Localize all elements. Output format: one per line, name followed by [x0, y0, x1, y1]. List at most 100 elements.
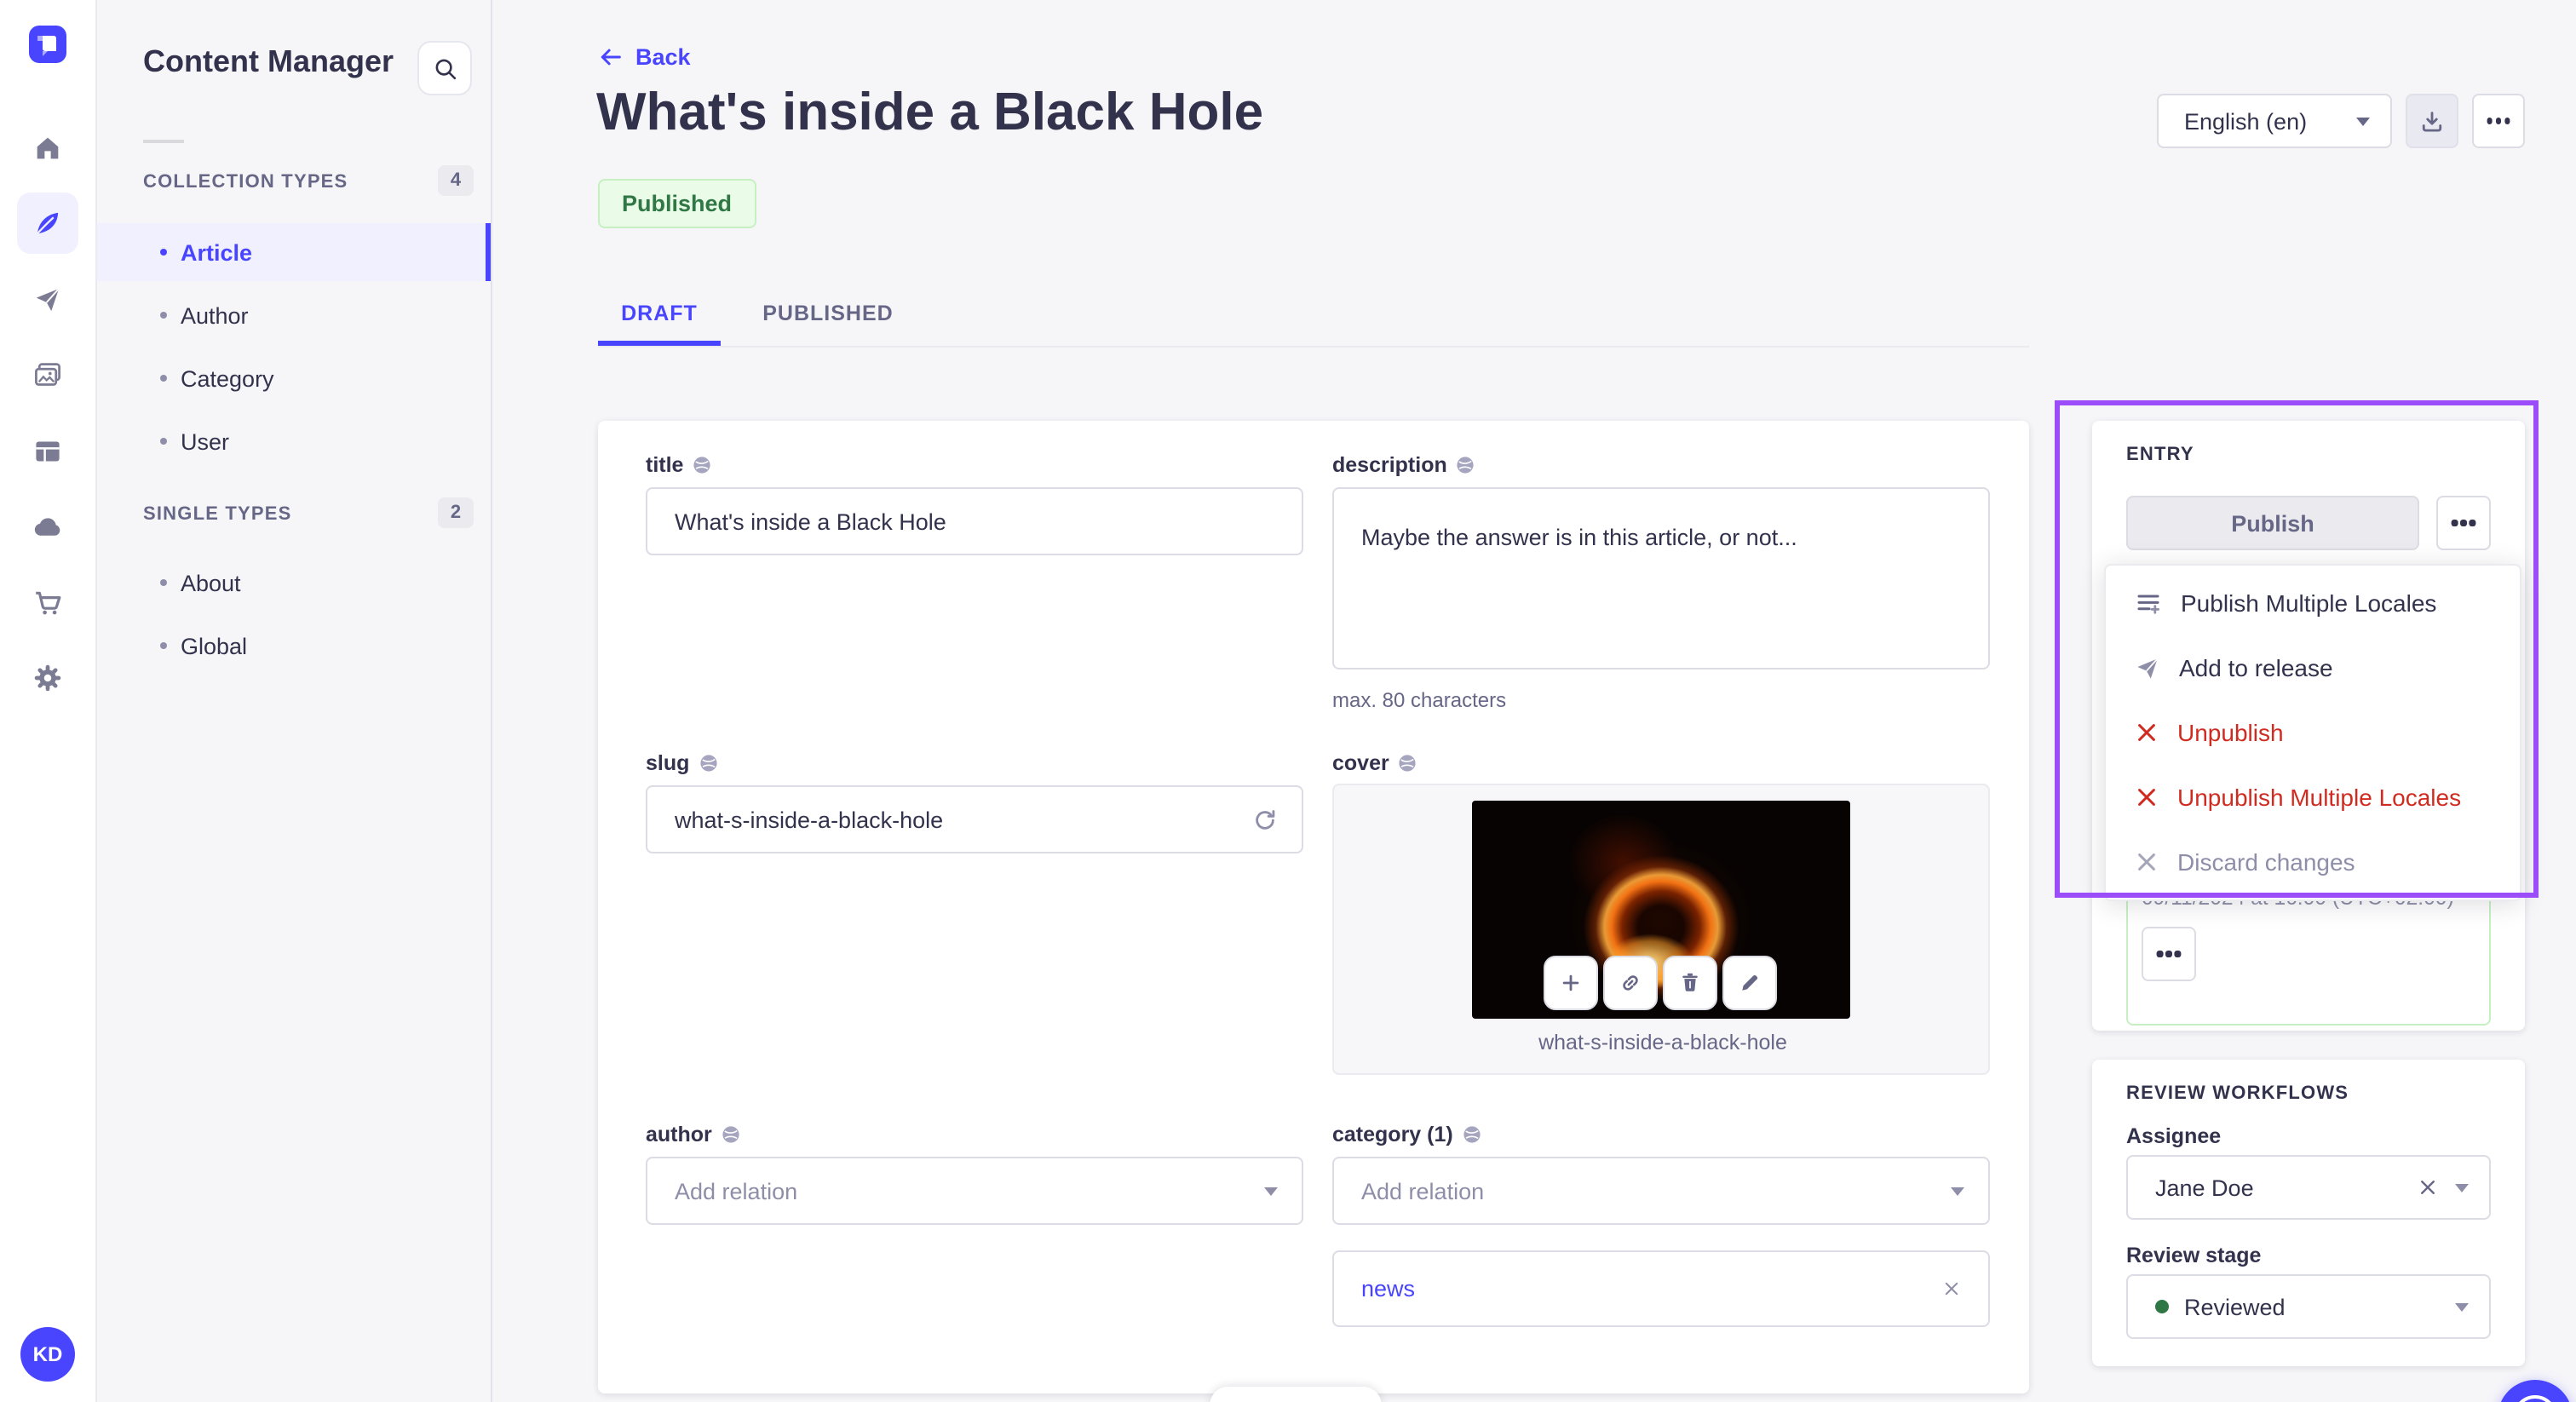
description-field-label: description	[1332, 453, 1476, 477]
review-stage-select[interactable]: Reviewed	[2126, 1274, 2491, 1339]
section-single-types: SINGLE TYPES	[143, 504, 292, 525]
media-library-icon[interactable]	[33, 360, 62, 389]
cover-caption: what-s-inside-a-black-hole	[1538, 1031, 1787, 1054]
schedule-more-button[interactable]	[2142, 927, 2196, 981]
sidebar-item-about[interactable]: About	[97, 554, 491, 612]
sidebar-item-article[interactable]: Article	[97, 223, 491, 281]
tab-active-underline	[598, 341, 721, 346]
plus-icon	[1562, 974, 1579, 991]
category-relation-item[interactable]: news	[1332, 1250, 1990, 1327]
bullet-icon	[160, 312, 167, 319]
sidebar-item-label: Article	[181, 239, 253, 265]
content-manager-feather-icon[interactable]	[32, 208, 63, 238]
home-icon[interactable]	[33, 134, 62, 163]
menu-item-unpublish-multiple-locales[interactable]: Unpublish Multiple Locales	[2106, 765, 2520, 830]
avatar[interactable]: KD	[20, 1327, 75, 1382]
bullet-icon	[160, 375, 167, 382]
ellipsis-icon	[2495, 118, 2502, 124]
chevron-down-icon	[2455, 1302, 2469, 1311]
releases-paper-plane-icon[interactable]	[33, 285, 62, 314]
chevron-down-icon	[2455, 1183, 2469, 1192]
active-indicator	[486, 223, 491, 281]
assignee-label: Assignee	[2126, 1124, 2222, 1148]
icon-rail: KD	[0, 0, 97, 1402]
sidebar-item-user[interactable]: User	[97, 412, 491, 470]
menu-item-discard-changes[interactable]: Discard changes	[2106, 830, 2520, 894]
title-field-label: title	[646, 453, 712, 477]
download-icon	[2422, 111, 2442, 131]
chevron-down-icon	[1264, 1187, 1278, 1195]
bullet-icon	[160, 438, 167, 445]
strapi-logo[interactable]	[29, 26, 66, 72]
header-more-button[interactable]	[2472, 94, 2525, 148]
tab-draft[interactable]: DRAFT	[598, 281, 721, 346]
relation-link[interactable]: news	[1361, 1276, 1415, 1301]
title-input-value: What's inside a Black Hole	[675, 509, 946, 534]
locale-select[interactable]: English (en)	[2157, 94, 2392, 148]
entry-panel-title: ENTRY	[2126, 445, 2194, 465]
search-icon	[434, 58, 456, 79]
globe-icon	[1463, 1126, 1481, 1143]
content-manager-sidebar: Content Manager COLLECTION TYPES 4 Artic…	[97, 0, 492, 1402]
cloud-icon[interactable]	[32, 511, 63, 542]
sidebar-title: Content Manager	[143, 44, 394, 78]
globe-icon	[699, 755, 717, 772]
description-helper: max. 80 characters	[1332, 688, 1507, 712]
sidebar-item-category[interactable]: Category	[97, 349, 491, 407]
bullet-icon	[160, 249, 167, 256]
entry-more-button[interactable]	[2436, 496, 2491, 550]
menu-item-add-to-release[interactable]: Add to release	[2106, 635, 2520, 700]
list-plus-icon	[2137, 595, 2159, 614]
assignee-select[interactable]: Jane Doe	[2126, 1155, 2491, 1220]
review-workflows-panel: REVIEW WORKFLOWS Assignee Jane Doe Revie…	[2092, 1060, 2525, 1366]
locale-select-value: English (en)	[2184, 108, 2308, 134]
content-type-builder-icon[interactable]	[33, 437, 62, 466]
bullet-icon	[160, 642, 167, 649]
title-input[interactable]: What's inside a Black Hole	[646, 487, 1303, 555]
sidebar-item-author[interactable]: Author	[97, 286, 491, 344]
description-value: Maybe the answer is in this article, or …	[1361, 525, 1797, 550]
page-title: What's inside a Black Hole	[596, 82, 1264, 141]
cross-icon	[2138, 789, 2155, 806]
tab-published[interactable]: PUBLISHED	[751, 281, 905, 346]
menu-item-publish-multiple-locales[interactable]: Publish Multiple Locales	[2106, 571, 2520, 635]
author-placeholder: Add relation	[675, 1178, 798, 1204]
floating-toolbar-pill[interactable]	[1210, 1387, 1382, 1402]
sidebar-item-label: Category	[181, 365, 274, 391]
add-media-button[interactable]	[1544, 956, 1598, 1010]
delete-media-button[interactable]	[1663, 956, 1717, 1010]
author-field-label: author	[646, 1123, 741, 1146]
sidebar-item-global[interactable]: Global	[97, 617, 491, 675]
category-field-label: category (1)	[1332, 1123, 1482, 1146]
pencil-icon	[1742, 974, 1758, 991]
back-link[interactable]: Back	[598, 44, 691, 70]
slug-input[interactable]: what-s-inside-a-black-hole	[646, 785, 1303, 853]
bullet-icon	[160, 579, 167, 586]
globe-icon	[1458, 457, 1475, 474]
clear-assignee-icon[interactable]	[2418, 1177, 2438, 1198]
category-relation-select[interactable]: Add relation	[1332, 1157, 1990, 1225]
regenerate-icon[interactable]	[1252, 807, 1278, 832]
description-textarea[interactable]: Maybe the answer is in this article, or …	[1332, 487, 1990, 669]
menu-item-unpublish[interactable]: Unpublish	[2106, 700, 2520, 765]
chevron-down-icon	[2356, 117, 2370, 125]
author-relation-select[interactable]: Add relation	[646, 1157, 1303, 1225]
sidebar-divider	[143, 140, 184, 143]
version-tabs: DRAFT PUBLISHED	[598, 281, 2029, 348]
remove-relation-icon[interactable]	[1942, 1279, 1961, 1298]
status-badge: Published	[598, 179, 756, 228]
marketplace-cart-icon[interactable]	[33, 589, 62, 618]
review-stage-value: Reviewed	[2184, 1294, 2286, 1319]
edit-media-button[interactable]	[1722, 956, 1777, 1010]
copy-link-button[interactable]	[1603, 956, 1658, 1010]
search-button[interactable]	[417, 41, 472, 95]
settings-gear-icon[interactable]	[33, 664, 62, 692]
trash-icon	[1682, 973, 1698, 991]
cover-field-label: cover	[1332, 751, 1418, 775]
stage-status-dot	[2155, 1300, 2169, 1313]
publish-button[interactable]: Publish	[2126, 496, 2419, 550]
assignee-value: Jane Doe	[2155, 1175, 2254, 1200]
right-panel: ENTRY Publish 09/11/2024 at 16:00 (UTC+0…	[2092, 421, 2525, 1402]
export-button[interactable]	[2406, 94, 2458, 148]
link-icon	[1623, 975, 1638, 991]
